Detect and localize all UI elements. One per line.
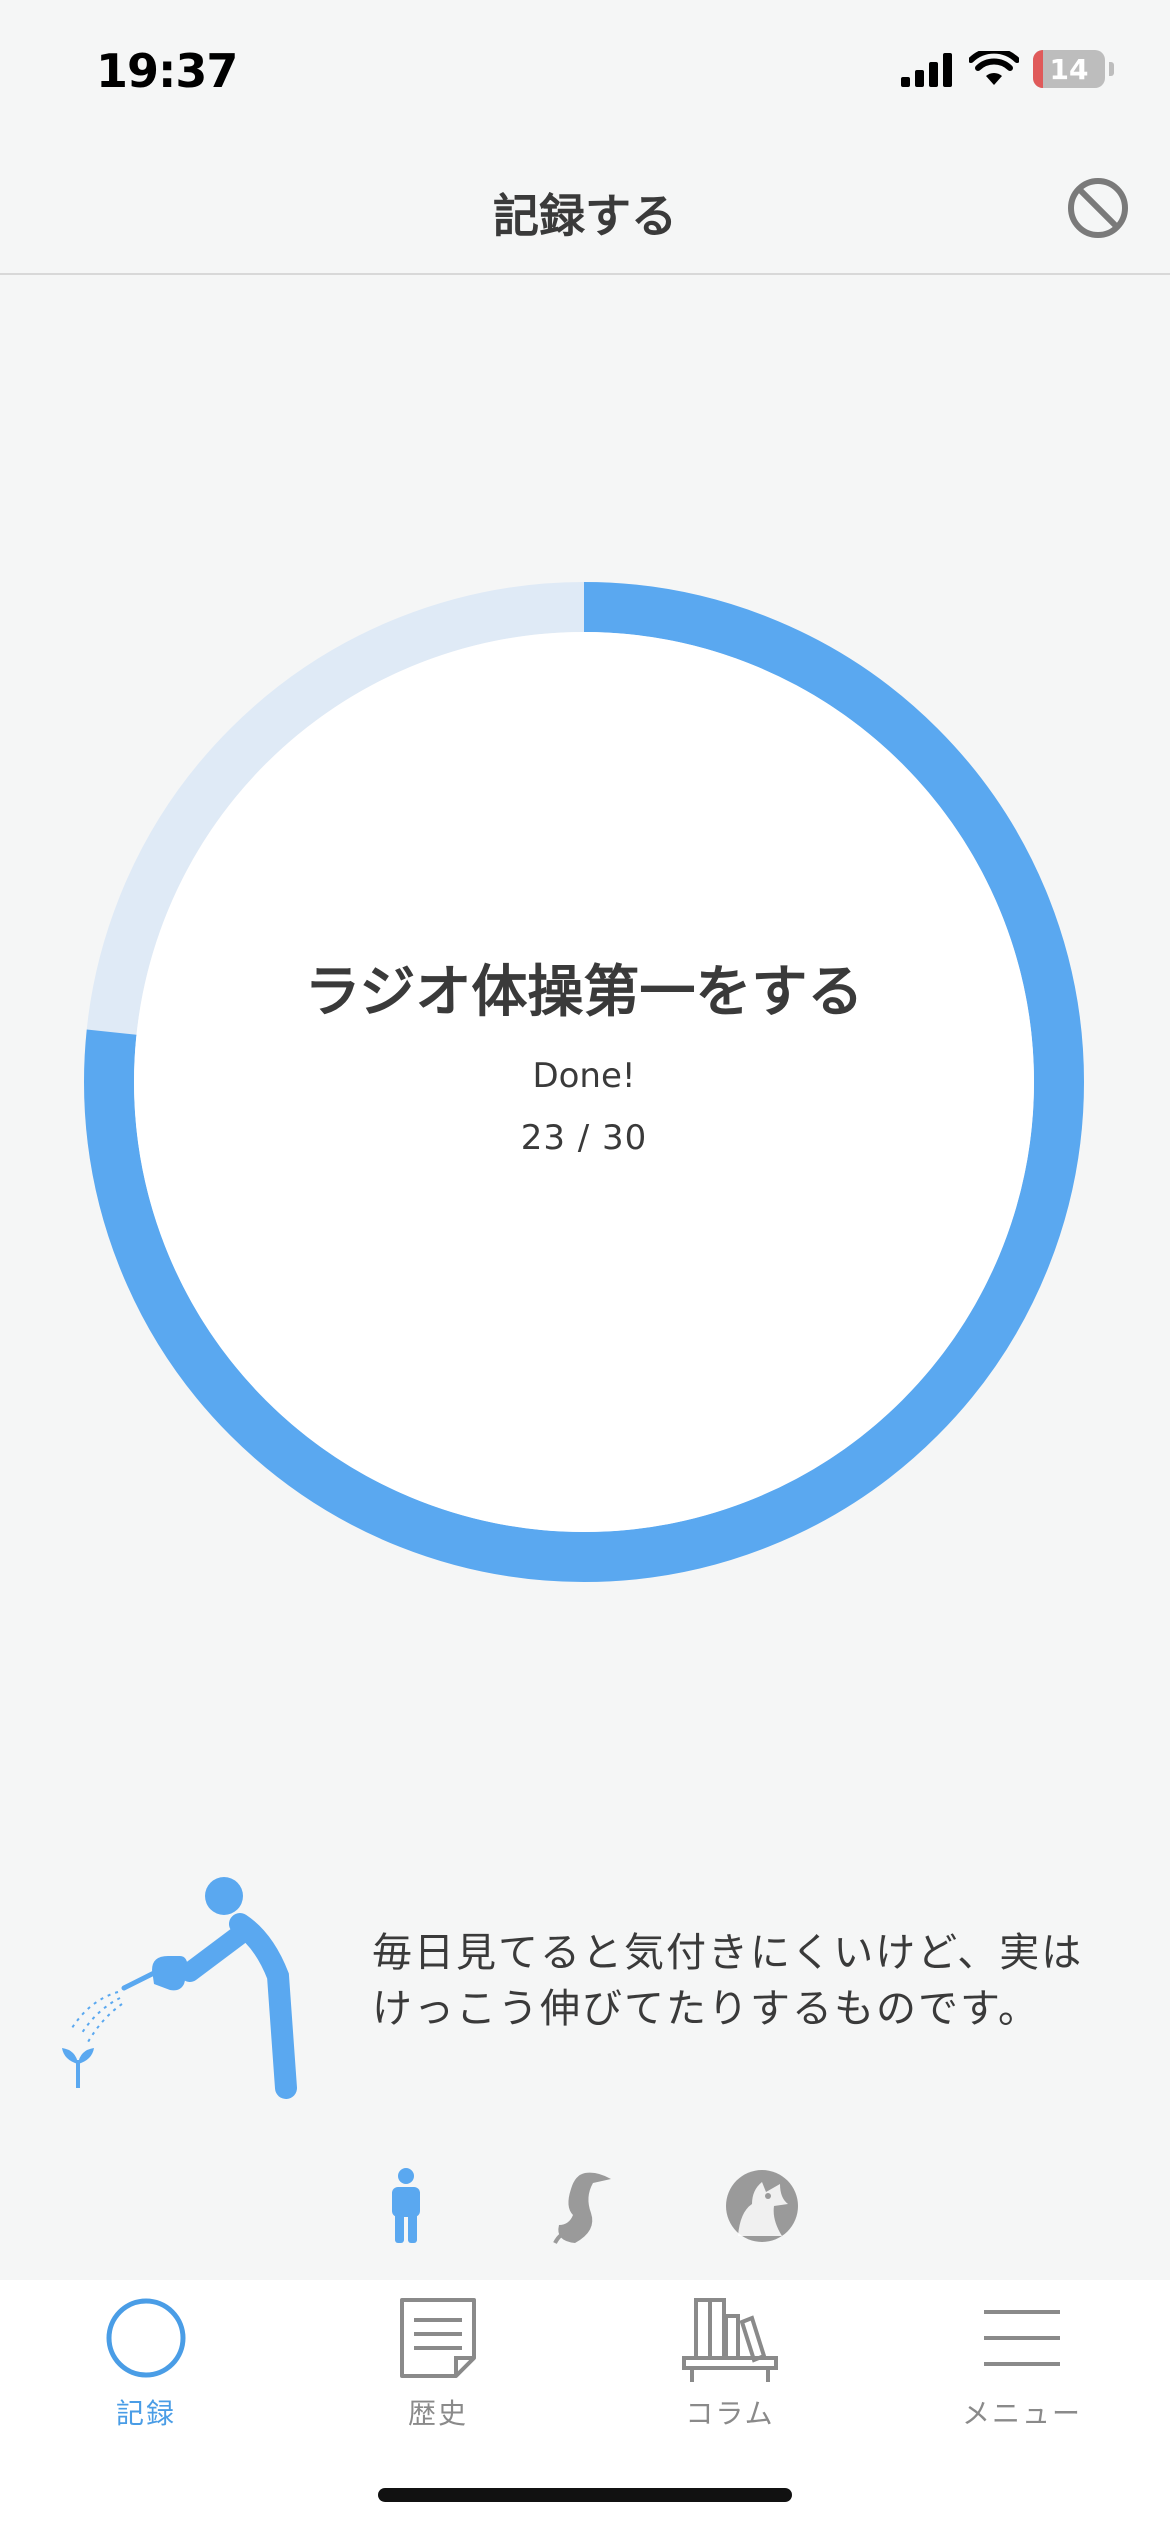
tip-message: 毎日見てると気付きにくいけど、実はけっこう伸びてたりするものです。 — [372, 1930, 1084, 2032]
character-bird[interactable] — [540, 2166, 620, 2246]
tab-history[interactable]: 歴史 — [292, 2280, 584, 2440]
tab-column[interactable]: コラム — [584, 2280, 876, 2440]
bookshelf-icon — [682, 2298, 778, 2382]
person-icon — [392, 2168, 420, 2243]
bird-icon — [553, 2172, 611, 2244]
battery-tip — [1109, 62, 1114, 76]
tab-label: コラム — [685, 2397, 775, 2430]
status-icons: 14 — [901, 50, 1114, 88]
progress-ring[interactable]: ラジオ体操第一をする Done! 23 / 30 — [84, 582, 1084, 1582]
tab-label: メニュー — [961, 2397, 1082, 2430]
person-watering-plant-icon — [50, 1860, 310, 2100]
progress-text: ラジオ体操第一をする Done! 23 / 30 — [84, 582, 1084, 1582]
character-person[interactable] — [366, 2166, 446, 2246]
cellular-signal-icon — [901, 53, 952, 87]
cancel-button[interactable] — [1066, 176, 1130, 240]
tab-record[interactable]: 記録 — [0, 2280, 292, 2440]
character-wolf[interactable] — [722, 2166, 802, 2246]
character-selector — [0, 2166, 1170, 2246]
progress-count: 23 / 30 — [520, 1117, 648, 1158]
status-bar: 19:37 14 — [0, 0, 1170, 140]
menu-lines-icon — [984, 2310, 1060, 2366]
home-indicator[interactable] — [378, 2488, 792, 2502]
done-status: Done! — [532, 1055, 636, 1096]
document-icon — [400, 2298, 476, 2378]
battery-percent: 14 — [1049, 52, 1089, 86]
nav-header: 記録する — [0, 140, 1170, 275]
tab-label: 記録 — [115, 2397, 176, 2430]
wolf-icon — [726, 2170, 798, 2242]
tab-label: 歴史 — [407, 2397, 468, 2430]
page-title: 記録する — [493, 189, 677, 243]
tab-bar: 記録 歴史 コラム メニュー — [0, 2280, 1170, 2532]
prohibit-icon — [1068, 178, 1128, 238]
status-time: 19:37 — [96, 44, 238, 98]
habit-title: ラジオ体操第一をする — [304, 959, 864, 1025]
battery-icon: 14 — [1033, 50, 1105, 88]
wifi-icon — [969, 51, 1019, 85]
circle-icon — [106, 2298, 186, 2378]
tab-menu[interactable]: メニュー — [876, 2280, 1168, 2440]
